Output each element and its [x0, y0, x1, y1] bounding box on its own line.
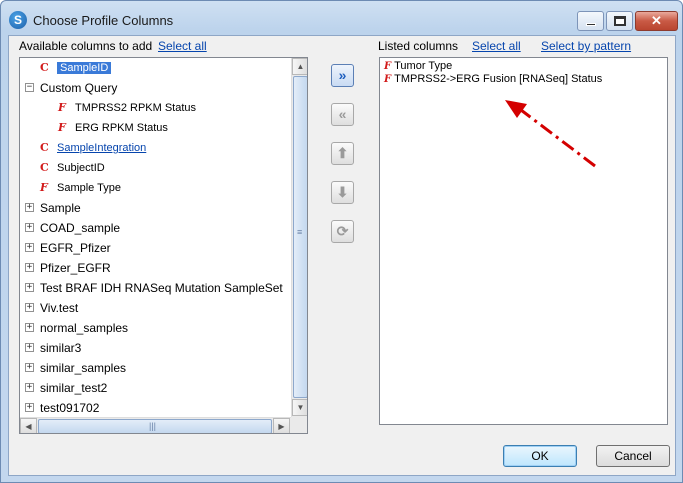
- available-columns-tree[interactable]: C SampleID − Custom Query F TMPRSS2 RPKM Stat…: [19, 57, 308, 434]
- formula-type-icon: F: [40, 181, 48, 194]
- scroll-right-button[interactable]: ▶: [273, 418, 290, 433]
- expand-icon[interactable]: +: [25, 303, 34, 312]
- expand-icon[interactable]: +: [25, 403, 34, 412]
- tree-item-label: COAD_sample: [40, 221, 121, 235]
- tree-item[interactable]: + Pfizer_EGFR: [20, 258, 290, 278]
- tree-item-label: test091702: [40, 401, 100, 415]
- add-all-button[interactable]: »: [331, 64, 354, 87]
- tree-item-label: EGFR_Pfizer: [40, 241, 111, 255]
- double-chevron-right-icon: »: [338, 67, 347, 83]
- tree-item-label: Viv.test: [40, 301, 79, 315]
- tree-item-label: similar_test2: [40, 381, 108, 395]
- tree-item-label: Pfizer_EGFR: [40, 261, 111, 275]
- horizontal-scroll-thumb[interactable]: |||: [38, 419, 272, 433]
- tree-item[interactable]: + similar_samples: [20, 358, 290, 378]
- column-type-icon: C: [40, 161, 49, 174]
- close-button[interactable]: ✕: [635, 11, 678, 31]
- expand-icon[interactable]: +: [25, 223, 34, 232]
- scroll-corner: [291, 417, 307, 433]
- remove-all-button[interactable]: «: [331, 103, 354, 126]
- maximize-button[interactable]: [606, 11, 633, 31]
- tree-item-label: SampleID: [57, 62, 112, 74]
- close-icon: ✕: [651, 13, 662, 28]
- scroll-down-button[interactable]: ▼: [292, 399, 307, 416]
- tree-item-label: normal_samples: [40, 321, 129, 335]
- tree-item-label: similar_samples: [40, 361, 127, 375]
- tree-item[interactable]: + normal_samples: [20, 318, 290, 338]
- cancel-button[interactable]: Cancel: [596, 445, 670, 467]
- tree-item-label: SampleIntegration: [57, 142, 147, 154]
- refresh-button[interactable]: ⟳: [331, 220, 354, 243]
- expand-icon[interactable]: +: [25, 283, 34, 292]
- arrow-down-icon: ⬇: [336, 184, 349, 200]
- list-item[interactable]: F Tumor Type: [384, 60, 452, 74]
- tree-item[interactable]: + test091702: [20, 398, 290, 418]
- tree-item[interactable]: C SubjectID: [20, 158, 290, 178]
- list-item[interactable]: F TMPRSS2->ERG Fusion [RNASeq] Status: [384, 73, 602, 87]
- tree-item[interactable]: + COAD_sample: [20, 218, 290, 238]
- listed-columns-label: Listed columns: [378, 39, 459, 53]
- move-down-button[interactable]: ⬇: [331, 181, 354, 204]
- tree-item[interactable]: C SampleID: [20, 58, 290, 78]
- expand-icon[interactable]: +: [25, 203, 34, 212]
- collapse-icon[interactable]: −: [25, 83, 34, 92]
- vertical-scroll-thumb[interactable]: ≡: [293, 76, 307, 398]
- tree-item[interactable]: − Custom Query: [20, 78, 290, 98]
- right-select-all-link[interactable]: Select all: [472, 39, 521, 53]
- tree-item-label: ERG RPKM Status: [75, 122, 168, 134]
- annotation-arrow: [505, 100, 596, 168]
- tree-item[interactable]: + Test BRAF IDH RNASeq Mutation SampleSet: [20, 278, 290, 298]
- formula-type-icon: F: [384, 61, 392, 72]
- dialog-body: Available columns to add Select all List…: [8, 35, 676, 476]
- scroll-up-button[interactable]: ▲: [292, 58, 307, 75]
- tree-item-label: Sample Type: [57, 182, 122, 194]
- minimize-button[interactable]: [577, 11, 604, 31]
- list-item-label: Tumor Type: [394, 60, 453, 72]
- formula-type-icon: F: [58, 121, 66, 134]
- ok-button[interactable]: OK: [503, 445, 577, 467]
- window-title: Choose Profile Columns: [33, 13, 174, 28]
- expand-icon[interactable]: +: [25, 383, 34, 392]
- tree-item[interactable]: + EGFR_Pfizer: [20, 238, 290, 258]
- arrow-up-icon: ⬆: [336, 145, 349, 161]
- expand-icon[interactable]: +: [25, 343, 34, 352]
- expand-icon[interactable]: +: [25, 263, 34, 272]
- minimize-icon: [586, 23, 596, 26]
- tree-item[interactable]: F Sample Type: [20, 178, 290, 198]
- double-chevron-left-icon: «: [338, 106, 347, 122]
- tree-item-label: TMPRSS2 RPKM Status: [75, 102, 197, 114]
- move-up-button[interactable]: ⬆: [331, 142, 354, 165]
- dialog-window: S Choose Profile Columns ✕ Available col…: [0, 0, 683, 483]
- tree-item-label: SubjectID: [57, 162, 105, 174]
- tree-item[interactable]: + similar3: [20, 338, 290, 358]
- app-s-icon: S: [9, 11, 27, 29]
- tree-horizontal-scrollbar[interactable]: ◀ ||| ▶: [20, 417, 291, 433]
- select-by-pattern-link[interactable]: Select by pattern: [541, 39, 631, 53]
- tree-vertical-scrollbar[interactable]: ▲ ≡ ▼: [291, 58, 307, 417]
- maximize-icon: [614, 16, 626, 26]
- tree-item-label: Test BRAF IDH RNASeq Mutation SampleSet: [40, 281, 283, 295]
- expand-icon[interactable]: +: [25, 363, 34, 372]
- refresh-icon: ⟳: [336, 223, 349, 239]
- list-item-label: TMPRSS2->ERG Fusion [RNASeq] Status: [394, 73, 603, 85]
- tree-item[interactable]: + Sample: [20, 198, 290, 218]
- column-type-icon: C: [40, 61, 49, 74]
- tree-item[interactable]: + similar_test2: [20, 378, 290, 398]
- tree-item-label: similar3: [40, 341, 82, 355]
- tree-item-label: Sample: [40, 201, 81, 215]
- tree-item-label: Custom Query: [40, 81, 118, 95]
- tree-item[interactable]: F TMPRSS2 RPKM Status: [20, 98, 290, 118]
- left-select-all-link[interactable]: Select all: [158, 39, 207, 53]
- expand-icon[interactable]: +: [25, 323, 34, 332]
- formula-type-icon: F: [384, 74, 392, 85]
- scroll-left-button[interactable]: ◀: [20, 418, 37, 433]
- title-bar[interactable]: S Choose Profile Columns ✕: [1, 1, 682, 35]
- tree-item[interactable]: F ERG RPKM Status: [20, 118, 290, 138]
- tree-item[interactable]: + Viv.test: [20, 298, 290, 318]
- formula-type-icon: F: [58, 101, 66, 114]
- column-type-icon: C: [40, 141, 49, 154]
- expand-icon[interactable]: +: [25, 243, 34, 252]
- tree-item[interactable]: C SampleIntegration: [20, 138, 290, 158]
- available-columns-label: Available columns to add: [19, 39, 153, 53]
